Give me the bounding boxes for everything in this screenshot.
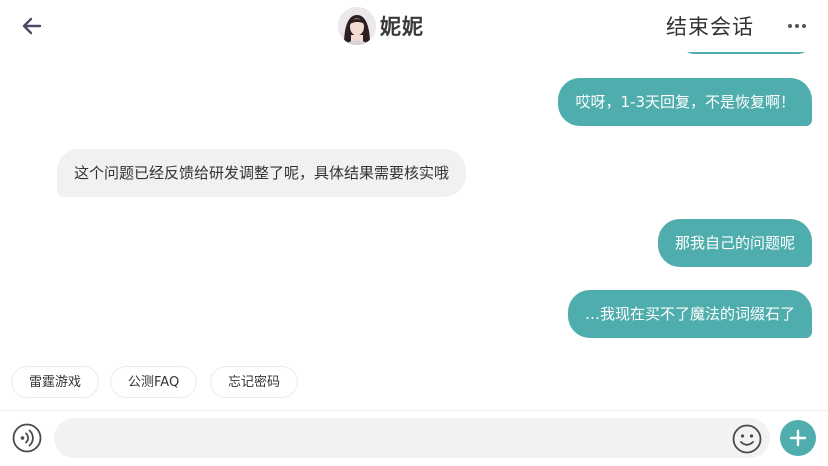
voice-icon: [12, 423, 42, 453]
chat-screen: 妮妮 结束会话 哎呀，1-3天回复，不是恢复啊！ 这个问题已经反馈给研发调整了呢…: [0, 0, 828, 466]
message-bubble-outgoing: 那我自己的问题呢: [657, 219, 812, 267]
emoji-button[interactable]: [732, 424, 762, 454]
plus-icon: [789, 429, 807, 447]
quick-reply-chip[interactable]: 忘记密码: [210, 366, 299, 398]
message-bubble-outgoing: 哎呀，1-3天回复，不是恢复啊！: [558, 78, 812, 126]
chat-header: 妮妮 结束会话: [0, 0, 828, 52]
message-bubble-incoming: 这个问题已经反馈给研发调整了呢，具体结果需要核实哦: [57, 149, 467, 197]
chat-title-group: 妮妮: [338, 6, 424, 46]
message-bubble-outgoing: …我现在买不了魔法的词缀石了: [567, 290, 812, 338]
back-button[interactable]: [18, 12, 46, 40]
more-button[interactable]: [784, 14, 810, 38]
message-input[interactable]: [54, 418, 770, 458]
end-chat-button[interactable]: 结束会话: [666, 11, 754, 41]
input-bar: [0, 410, 828, 466]
more-dots-icon: [788, 24, 806, 28]
quick-reply-chip[interactable]: 公测FAQ: [110, 366, 198, 398]
chat-title: 妮妮: [380, 15, 424, 39]
arrow-left-icon: [22, 17, 42, 35]
add-button[interactable]: [780, 420, 816, 456]
voice-button[interactable]: [12, 423, 42, 453]
smiley-icon: [732, 424, 762, 454]
quick-reply-chip[interactable]: 雷霆游戏: [11, 366, 100, 398]
avatar[interactable]: [338, 7, 376, 45]
